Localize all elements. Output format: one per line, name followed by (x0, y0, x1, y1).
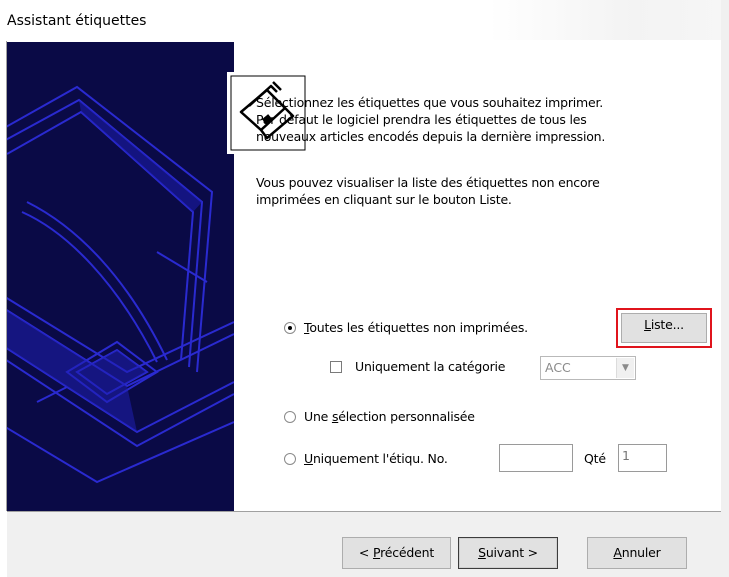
window-title: Assistant étiquettes (7, 13, 147, 29)
intro-line: Sélectionnez les étiquettes que vous sou… (256, 95, 604, 110)
category-select[interactable]: ACC ▼ (540, 356, 636, 380)
title-bar: Assistant étiquettes (0, 0, 729, 40)
radio-label-only-label[interactable]: Uniquement l'étiqu. No. (304, 451, 448, 466)
radio-all-unprinted-label[interactable]: Toutes les étiquettes non imprimées. (304, 320, 528, 335)
wizard-footer: < Précédent Suivant > Annuler (7, 511, 721, 577)
quantity-label: Qté (584, 451, 606, 466)
intro-paragraph-1: Sélectionnez les étiquettes que vous sou… (256, 94, 696, 145)
window-frame-right (721, 0, 729, 577)
wizard-content: Sélectionnez les étiquettes que vous sou… (227, 42, 721, 511)
intro-line: Par défaut le logiciel prendra les étiqu… (256, 112, 587, 127)
wizard-side-panel (7, 42, 234, 511)
radio-label-only[interactable] (284, 453, 296, 465)
intro-paragraph-2: Vous pouvez visualiser la liste des étiq… (256, 174, 696, 208)
list-button[interactable]: Liste... (621, 313, 707, 343)
label-number-input[interactable] (499, 444, 573, 472)
intro-line: nouveaux articles encodés depuis la dern… (256, 129, 606, 144)
category-only-checkbox[interactable] (330, 361, 342, 373)
printer-illustration (7, 85, 234, 484)
intro-line: imprimées en cliquant sur le bouton List… (256, 192, 512, 207)
category-only-label[interactable]: Uniquement la catégorie (355, 359, 505, 374)
chevron-down-icon[interactable]: ▼ (616, 358, 634, 378)
previous-button[interactable]: < Précédent (342, 537, 451, 569)
radio-custom-selection[interactable] (284, 411, 296, 423)
cancel-button[interactable]: Annuler (587, 537, 687, 569)
radio-all-unprinted[interactable] (284, 322, 296, 334)
category-select-value: ACC (545, 360, 571, 375)
radio-custom-selection-label[interactable]: Une sélection personnalisée (304, 409, 475, 424)
quantity-input[interactable]: 1 (618, 444, 667, 472)
intro-line: Vous pouvez visualiser la liste des étiq… (256, 175, 600, 190)
title-bar-shade (489, 0, 729, 40)
next-button[interactable]: Suivant > (458, 537, 558, 569)
